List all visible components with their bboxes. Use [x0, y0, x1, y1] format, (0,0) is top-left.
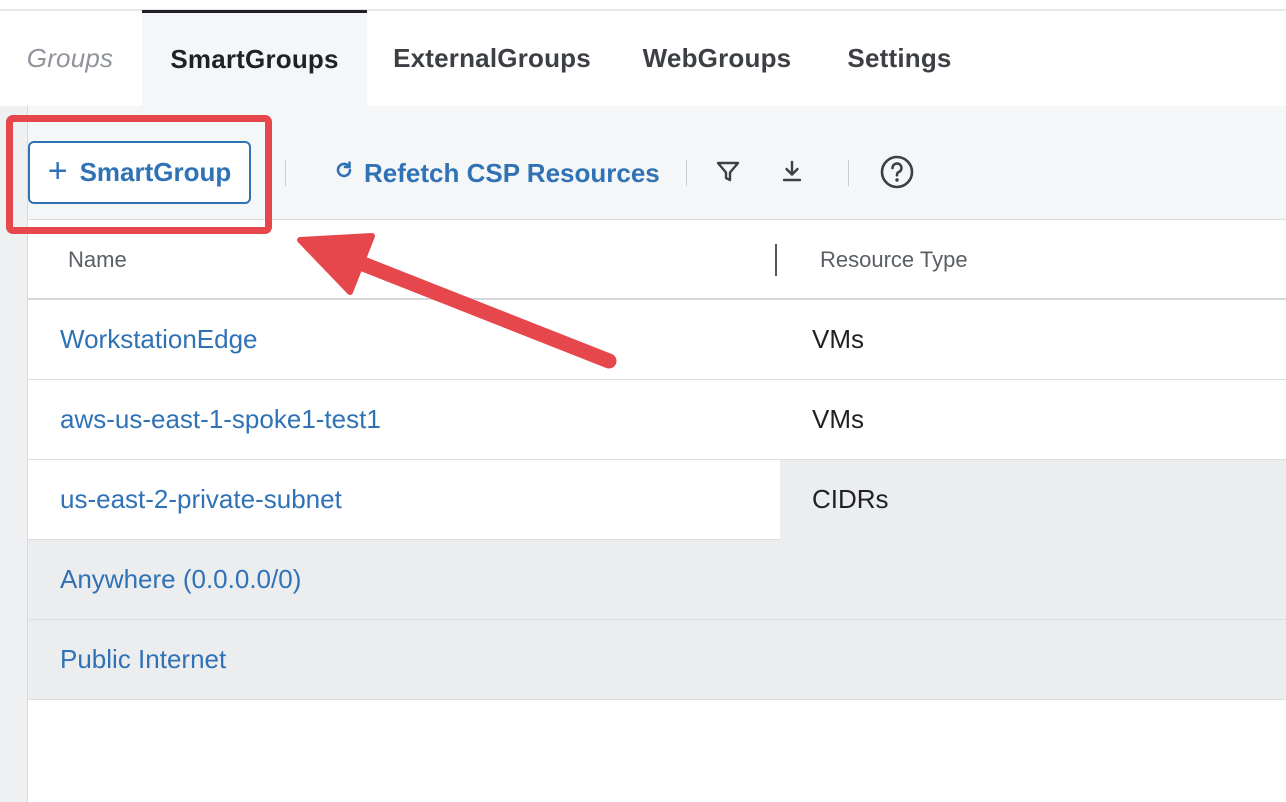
- annotation-highlight-box: [6, 115, 272, 234]
- refetch-label: Refetch CSP Resources: [364, 157, 660, 188]
- resource-type-cell: VMs: [812, 324, 864, 354]
- tab-smartgroups[interactable]: SmartGroups: [142, 10, 367, 106]
- column-resize-handle[interactable]: [775, 244, 777, 276]
- column-header-resource-type[interactable]: Resource Type: [820, 247, 968, 273]
- toolbar-separator: [686, 160, 687, 186]
- tab-bar: Groups SmartGroups ExternalGroups WebGro…: [0, 10, 1286, 106]
- groups-section-label: Groups: [26, 42, 114, 73]
- group-name-link[interactable]: Anywhere (0.0.0.0/0): [60, 564, 301, 595]
- group-name-link[interactable]: us-east-2-private-subnet: [60, 484, 342, 515]
- resource-type-cell: CIDRs: [812, 484, 889, 514]
- table-row[interactable]: aws-us-east-1-spoke1-test1 VMs: [28, 380, 1286, 460]
- table-row[interactable]: us-east-2-private-subnet CIDRs: [28, 460, 1286, 540]
- help-icon[interactable]: [879, 154, 915, 190]
- smartgroups-table: Name Resource Type WorkstationEdge VMs a…: [28, 220, 1286, 700]
- resource-type-cell: VMs: [812, 404, 864, 434]
- column-header-name[interactable]: Name: [68, 247, 127, 273]
- table-row[interactable]: WorkstationEdge VMs: [28, 300, 1286, 380]
- table-row[interactable]: Public Internet: [28, 620, 1286, 700]
- group-name-link[interactable]: Public Internet: [60, 644, 226, 675]
- refetch-csp-resources-button[interactable]: Refetch CSP Resources: [334, 156, 660, 190]
- group-name-link[interactable]: aws-us-east-1-spoke1-test1: [60, 404, 381, 435]
- download-icon[interactable]: [774, 154, 810, 190]
- toolbar-separator: [285, 160, 286, 186]
- tab-externalgroups[interactable]: ExternalGroups: [367, 10, 617, 106]
- tab-settings[interactable]: Settings: [817, 10, 982, 106]
- refresh-icon: [334, 160, 354, 186]
- tab-webgroups[interactable]: WebGroups: [617, 10, 817, 106]
- filter-icon[interactable]: [710, 154, 746, 190]
- table-row[interactable]: Anywhere (0.0.0.0/0): [28, 540, 1286, 620]
- toolbar-separator: [848, 160, 849, 186]
- group-name-link[interactable]: WorkstationEdge: [60, 324, 258, 355]
